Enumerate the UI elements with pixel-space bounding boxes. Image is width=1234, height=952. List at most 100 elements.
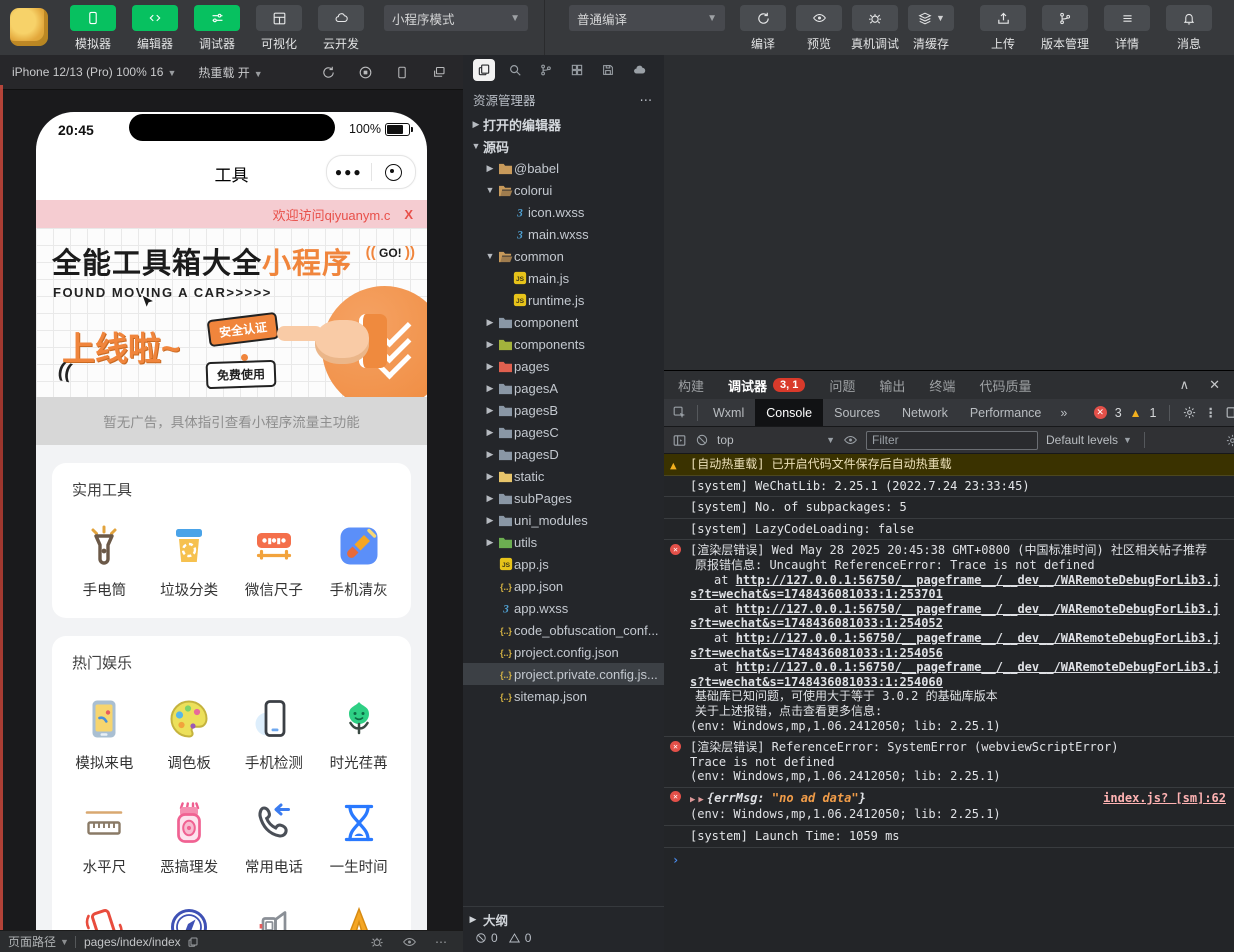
restart-icon[interactable]	[321, 65, 336, 80]
tool-item-palette[interactable]: 调色板	[147, 695, 232, 773]
stack-link[interactable]: http://127.0.0.1:56750/__pageframe__/__d…	[690, 660, 1220, 689]
user-avatar[interactable]	[10, 8, 48, 46]
copy-icon[interactable]	[187, 936, 199, 948]
mode-dropdown[interactable]: 小程序模式 ▼	[384, 5, 528, 31]
tree-item-project.private.config.js...[interactable]: {..} project.private.config.js...	[463, 663, 664, 685]
page-path-value[interactable]: pages/index/index	[84, 935, 181, 949]
tool-item-fake-call[interactable]: 模拟来电	[62, 695, 147, 773]
tree-item-colorui[interactable]: ▼ colorui	[463, 179, 664, 201]
tool-item-hourglass[interactable]: 一生时间	[316, 799, 401, 877]
remote-debug-button[interactable]: 真机调试	[847, 5, 903, 52]
device-selector[interactable]: iPhone 12/13 (Pro) 100% 16 ▼	[12, 65, 176, 79]
console-error-badge-icon[interactable]: ✕	[1093, 406, 1107, 419]
tool-item[interactable]	[147, 903, 232, 930]
tool-item-time-flower[interactable]: 时光荏苒	[316, 695, 401, 773]
settings-gear-icon[interactable]	[1182, 405, 1197, 420]
tree-item-main.wxss[interactable]: 3 main.wxss	[463, 223, 664, 245]
preview-button[interactable]: 预览	[791, 5, 847, 52]
devtools-tab-network[interactable]: Network	[891, 399, 959, 426]
tree-item-sitemap.json[interactable]: {..} sitemap.json	[463, 685, 664, 707]
tree-item-@babel[interactable]: ▶ @babel	[463, 157, 664, 179]
debug-tab-构建[interactable]: 构建	[678, 376, 704, 395]
tree-item-runtime.js[interactable]: JS runtime.js	[463, 289, 664, 311]
tool-item-phone-check[interactable]: 手机检测	[232, 695, 317, 773]
tool-item-phone-clean[interactable]: 手机清灰	[316, 522, 401, 600]
simulator-button[interactable]: 模拟器	[62, 5, 124, 52]
console-log-area[interactable]: ▲! [自动热重载] 已开启代码文件保存后自动热重载 [system] WeCha…	[664, 454, 1234, 952]
tree-item-static[interactable]: ▶ static	[463, 465, 664, 487]
debug-tab-终端[interactable]: 终端	[929, 376, 955, 395]
debug-tab-输出[interactable]: 输出	[879, 376, 905, 395]
tool-item-trash[interactable]: 垃圾分类	[147, 522, 232, 600]
tree-item-utils[interactable]: ▶ utils	[463, 531, 664, 553]
compile-button[interactable]: 编译	[735, 5, 791, 52]
search-icon[interactable]	[504, 59, 526, 81]
tree-item--[interactable]: ▼ 源码	[463, 135, 664, 157]
inspect-element-icon[interactable]	[672, 405, 687, 420]
tool-item-phone-call[interactable]: 常用电话	[232, 799, 317, 877]
upload-button[interactable]: 上传	[972, 5, 1034, 52]
problems-summary[interactable]: 0 0	[463, 931, 664, 945]
console-settings-gear-icon[interactable]	[1225, 433, 1234, 448]
tool-item[interactable]	[232, 903, 317, 930]
eye-icon[interactable]	[402, 935, 417, 949]
close-minibar-button[interactable]	[372, 163, 416, 181]
extensions-icon[interactable]	[566, 59, 588, 81]
compile-mode-dropdown[interactable]: 普通编译 ▼	[569, 5, 725, 31]
page-path-label[interactable]: 页面路径	[8, 933, 56, 950]
tree-item-pagesA[interactable]: ▶ pagesA	[463, 377, 664, 399]
devtools-tab-wxml[interactable]: Wxml	[702, 399, 755, 426]
device-frame-icon[interactable]	[395, 65, 409, 80]
more-tabs-icon[interactable]: »	[1052, 406, 1075, 420]
source-control-icon[interactable]	[535, 59, 557, 81]
tree-item-pagesB[interactable]: ▶ pagesB	[463, 399, 664, 421]
tree-item-subPages[interactable]: ▶ subPages	[463, 487, 664, 509]
source-link[interactable]: index.js? [sm]:62	[1103, 791, 1226, 806]
tool-item-ruler[interactable]: 微信尺子	[232, 522, 317, 600]
tree-item-app.js[interactable]: JS app.js	[463, 553, 664, 575]
dock-side-icon[interactable]	[1225, 405, 1234, 420]
tree-item-app.wxss[interactable]: 3 app.wxss	[463, 597, 664, 619]
tree-item-pages[interactable]: ▶ pages	[463, 355, 664, 377]
visualization-button[interactable]: 可视化	[248, 5, 310, 52]
notice-close-button[interactable]: X	[404, 207, 413, 222]
more-actions-icon[interactable]: ⋯	[640, 92, 655, 107]
tool-item-flashlight[interactable]: 手电筒	[62, 522, 147, 600]
more-button[interactable]: ●●●	[327, 165, 371, 179]
sidebar-toggle-icon[interactable]	[672, 433, 687, 448]
stack-link[interactable]: http://127.0.0.1:56750/__pageframe__/__d…	[690, 573, 1220, 602]
stack-link[interactable]: http://127.0.0.1:56750/__pageframe__/__d…	[690, 602, 1220, 631]
record-icon[interactable]	[358, 65, 373, 80]
tree-item-code_obfuscation_conf...[interactable]: {..} code_obfuscation_conf...	[463, 619, 664, 641]
version-manage-button[interactable]: 版本管理	[1034, 5, 1096, 52]
devtools-tab-performance[interactable]: Performance	[959, 399, 1053, 426]
tree-item-common[interactable]: ▼ common	[463, 245, 664, 267]
tree-item-pagesD[interactable]: ▶ pagesD	[463, 443, 664, 465]
files-icon[interactable]	[473, 59, 495, 81]
tree-item-component[interactable]: ▶ component	[463, 311, 664, 333]
tree-item-main.js[interactable]: JS main.js	[463, 267, 664, 289]
tree-item-components[interactable]: ▶ components	[463, 333, 664, 355]
stack-link[interactable]: http://127.0.0.1:56750/__pageframe__/__d…	[690, 631, 1220, 660]
tree-item-pagesC[interactable]: ▶ pagesC	[463, 421, 664, 443]
live-expression-eye-icon[interactable]	[843, 433, 858, 447]
kebab-menu-icon[interactable]: ⋮	[1205, 405, 1218, 420]
console-filter-input[interactable]	[866, 430, 1038, 450]
tool-item[interactable]	[316, 903, 401, 930]
tree-item-app.json[interactable]: {..} app.json	[463, 575, 664, 597]
hot-reload-toggle[interactable]: 热重载 开 ▼	[198, 64, 262, 81]
multi-window-icon[interactable]	[431, 65, 447, 80]
messages-button[interactable]: 消息	[1158, 5, 1220, 52]
tool-item[interactable]	[62, 903, 147, 930]
tree-item-uni_modules[interactable]: ▶ uni_modules	[463, 509, 664, 531]
bug-icon[interactable]	[370, 935, 384, 949]
tree-item--[interactable]: ▶ 打开的编辑器	[463, 113, 664, 135]
promo-banner[interactable]: 全能工具箱大全小程序 (( GO! )) FOUND MOVING A CAR>…	[36, 228, 427, 397]
cloud-dev-button[interactable]: 云开发	[310, 5, 372, 52]
collapse-panel-icon[interactable]: ∧	[1180, 377, 1190, 393]
debug-tab-调试器[interactable]: 调试器 3, 1	[728, 376, 806, 395]
more-options-icon[interactable]: ⋯	[435, 935, 447, 949]
tool-item-level-ruler[interactable]: 水平尺	[62, 799, 147, 877]
editor-button[interactable]: 编辑器	[124, 5, 186, 52]
log-levels-dropdown[interactable]: Default levels ▼	[1046, 433, 1132, 447]
